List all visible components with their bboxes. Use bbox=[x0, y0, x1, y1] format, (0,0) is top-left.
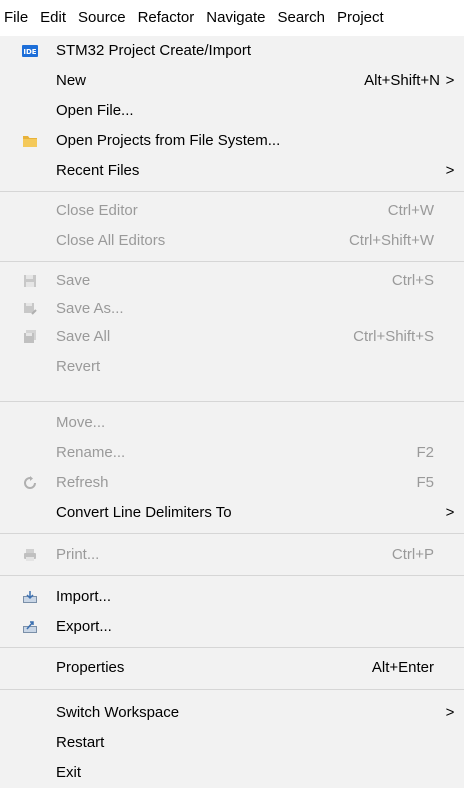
menu-item-close-all-editors[interactable]: Close All Editors Ctrl+Shift+W bbox=[0, 226, 464, 256]
menu-item-label: Save bbox=[56, 272, 91, 289]
menu-item-recent-files[interactable]: Recent Files > bbox=[0, 156, 464, 186]
menu-item-label: Close Editor bbox=[56, 202, 138, 219]
menu-project[interactable]: Project bbox=[331, 0, 390, 36]
save-as-icon bbox=[22, 301, 38, 317]
menu-item-rename[interactable]: Rename... F2 bbox=[0, 438, 464, 468]
menu-item-label: Open File... bbox=[56, 102, 134, 119]
file-menu-dropdown: IDE STM32 Project Create/Import New Alt+… bbox=[0, 36, 464, 784]
menu-separator bbox=[0, 689, 464, 690]
menu-navigate[interactable]: Navigate bbox=[200, 0, 271, 36]
menu-bar: File Edit Source Refactor Navigate Searc… bbox=[0, 0, 464, 36]
menu-item-open-file[interactable]: Open File... bbox=[0, 96, 464, 126]
shortcut-label: F2 bbox=[416, 444, 434, 461]
submenu-arrow-icon: > bbox=[445, 72, 455, 89]
menu-item-save-all[interactable]: Save All Ctrl+Shift+S bbox=[0, 322, 464, 352]
menu-item-label: Print... bbox=[56, 546, 100, 563]
refresh-icon bbox=[22, 475, 38, 491]
menu-item-print[interactable]: Print... Ctrl+P bbox=[0, 540, 464, 570]
menu-item-properties[interactable]: Properties Alt+Enter bbox=[0, 653, 464, 683]
menu-source[interactable]: Source bbox=[72, 0, 132, 36]
shortcut-label: Ctrl+Shift+W bbox=[348, 232, 434, 249]
menu-item-label: STM32 Project Create/Import bbox=[56, 42, 252, 59]
menu-item-label: Save All bbox=[56, 328, 111, 345]
menu-item-label: Convert Line Delimiters To bbox=[56, 504, 232, 521]
menu-separator bbox=[0, 191, 464, 192]
menu-item-label: Properties bbox=[56, 659, 125, 676]
menu-item-label: Refresh bbox=[56, 474, 109, 491]
menu-separator bbox=[0, 575, 464, 576]
menu-item-label: Save As... bbox=[56, 300, 124, 317]
submenu-arrow-icon: > bbox=[445, 504, 455, 521]
menu-item-label: Export... bbox=[56, 618, 112, 635]
menu-separator bbox=[0, 533, 464, 534]
shortcut-label: Ctrl+W bbox=[387, 202, 434, 219]
import-icon bbox=[22, 589, 38, 605]
submenu-arrow-icon: > bbox=[445, 162, 455, 179]
menu-item-label: Revert bbox=[56, 358, 101, 375]
menu-item-label: Move... bbox=[56, 414, 106, 431]
shortcut-label: Ctrl+P bbox=[391, 546, 434, 563]
menu-item-export[interactable]: Export... bbox=[0, 612, 464, 642]
save-all-icon bbox=[22, 329, 38, 345]
menu-item-convert-line-delimiters[interactable]: Convert Line Delimiters To > bbox=[0, 498, 464, 528]
menu-item-switch-workspace[interactable]: Switch Workspace > bbox=[0, 698, 464, 728]
menu-refactor[interactable]: Refactor bbox=[132, 0, 201, 36]
menu-item-label: Close All Editors bbox=[56, 232, 166, 249]
menu-item-label: Import... bbox=[56, 588, 112, 605]
svg-text:IDE: IDE bbox=[23, 48, 36, 56]
menu-item-save[interactable]: Save Ctrl+S bbox=[0, 266, 464, 296]
export-icon bbox=[22, 619, 38, 635]
submenu-arrow-icon: > bbox=[445, 704, 455, 721]
print-icon bbox=[22, 547, 38, 563]
menu-item-close-editor[interactable]: Close Editor Ctrl+W bbox=[0, 196, 464, 226]
menu-edit[interactable]: Edit bbox=[34, 0, 72, 36]
menu-item-label: Rename... bbox=[56, 444, 126, 461]
menu-item-label: New bbox=[56, 72, 87, 89]
shortcut-label: Alt+Shift+N bbox=[364, 72, 440, 89]
save-icon bbox=[22, 273, 38, 289]
menu-item-refresh[interactable]: Refresh F5 bbox=[0, 468, 464, 498]
shortcut-label: F5 bbox=[416, 474, 434, 491]
shortcut-label: Ctrl+Shift+S bbox=[353, 328, 434, 345]
menu-item-move[interactable]: Move... bbox=[0, 408, 464, 438]
shortcut-label: Ctrl+S bbox=[391, 272, 434, 289]
menu-item-label: Open Projects from File System... bbox=[56, 132, 281, 149]
menu-item-save-as[interactable]: Save As... bbox=[0, 294, 464, 324]
folder-icon bbox=[22, 133, 38, 149]
menu-item-open-projects[interactable]: Open Projects from File System... bbox=[0, 126, 464, 156]
menu-file[interactable]: File bbox=[0, 0, 35, 36]
shortcut-label: Alt+Enter bbox=[371, 659, 434, 676]
menu-item-label: Recent Files bbox=[56, 162, 140, 179]
menu-item-revert[interactable]: Revert bbox=[0, 352, 464, 382]
menu-separator bbox=[0, 647, 464, 648]
menu-item-stm32-project[interactable]: IDE STM32 Project Create/Import bbox=[0, 36, 464, 66]
menu-separator bbox=[0, 261, 464, 262]
menu-separator bbox=[0, 401, 464, 402]
ide-icon: IDE bbox=[22, 43, 38, 59]
menu-item-new[interactable]: New Alt+Shift+N > bbox=[0, 66, 464, 96]
menu-item-restart[interactable]: Restart bbox=[0, 728, 464, 758]
menu-item-import[interactable]: Import... bbox=[0, 582, 464, 612]
menu-item-label: Switch Workspace bbox=[56, 704, 180, 721]
menu-search[interactable]: Search bbox=[271, 0, 331, 36]
menu-item-label: Restart bbox=[56, 734, 105, 751]
